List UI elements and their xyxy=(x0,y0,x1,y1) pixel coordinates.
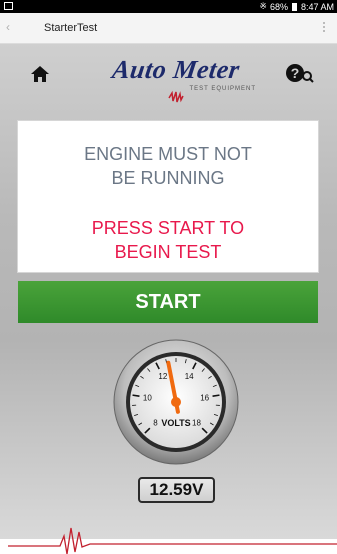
instruction-card: ENGINE MUST NOT BE RUNNING PRESS START T… xyxy=(17,120,319,273)
gauge-tick-label: 18 xyxy=(192,419,201,428)
start-button[interactable]: START xyxy=(18,281,318,323)
gauge-hub xyxy=(171,397,181,407)
app-body: Auto Meter TEST EQUIPMENT ? ENGINE MUST … xyxy=(0,44,337,539)
help-icon[interactable]: ? xyxy=(285,62,315,84)
action-line-1: PRESS START TO xyxy=(18,216,318,240)
voltage-readout: 12.59V xyxy=(138,477,215,503)
gauge-unit-label: VOLTS xyxy=(161,418,190,428)
battery-percent: 68% xyxy=(270,2,288,12)
gauge-tick-label: 14 xyxy=(185,372,194,381)
gauge-tick-label: 16 xyxy=(200,393,209,402)
gauge-tick xyxy=(133,395,140,396)
title-bar: ‹ StarterTest xyxy=(0,13,337,44)
brand-subtitle: TEST EQUIPMENT xyxy=(189,86,256,92)
warning-line-1: ENGINE MUST NOT xyxy=(18,142,318,166)
status-right: ※ 68% 8:47 AM xyxy=(259,1,334,12)
gauge-tick-label: 10 xyxy=(143,393,152,402)
warning-line-2: BE RUNNING xyxy=(18,166,318,190)
home-icon[interactable] xyxy=(30,64,50,84)
gauge-tick-label: 8 xyxy=(153,419,158,428)
app-title: StarterTest xyxy=(44,22,97,34)
gauge-tick xyxy=(213,395,220,396)
back-icon[interactable]: ‹ xyxy=(6,20,10,34)
notification-icon xyxy=(4,2,13,10)
bluetooth-icon: ※ xyxy=(259,1,267,12)
status-bar: ※ 68% 8:47 AM xyxy=(0,0,337,13)
footer-signal-line xyxy=(0,514,337,554)
overflow-menu-icon[interactable] xyxy=(323,22,325,32)
brand-logo: Auto Meter TEST EQUIPMENT xyxy=(86,56,266,84)
gauge-tick-label: 12 xyxy=(158,372,167,381)
brand-name: Auto Meter xyxy=(84,56,268,84)
header: Auto Meter TEST EQUIPMENT ? xyxy=(0,44,337,124)
action-line-2: BEGIN TEST xyxy=(18,240,318,264)
voltage-gauge: 8 10 12 14 16 18 VOLTS xyxy=(112,338,240,466)
brand-flare-icon xyxy=(168,90,184,104)
svg-text:?: ? xyxy=(291,65,300,81)
status-time: 8:47 AM xyxy=(301,2,334,12)
battery-icon xyxy=(292,3,297,11)
